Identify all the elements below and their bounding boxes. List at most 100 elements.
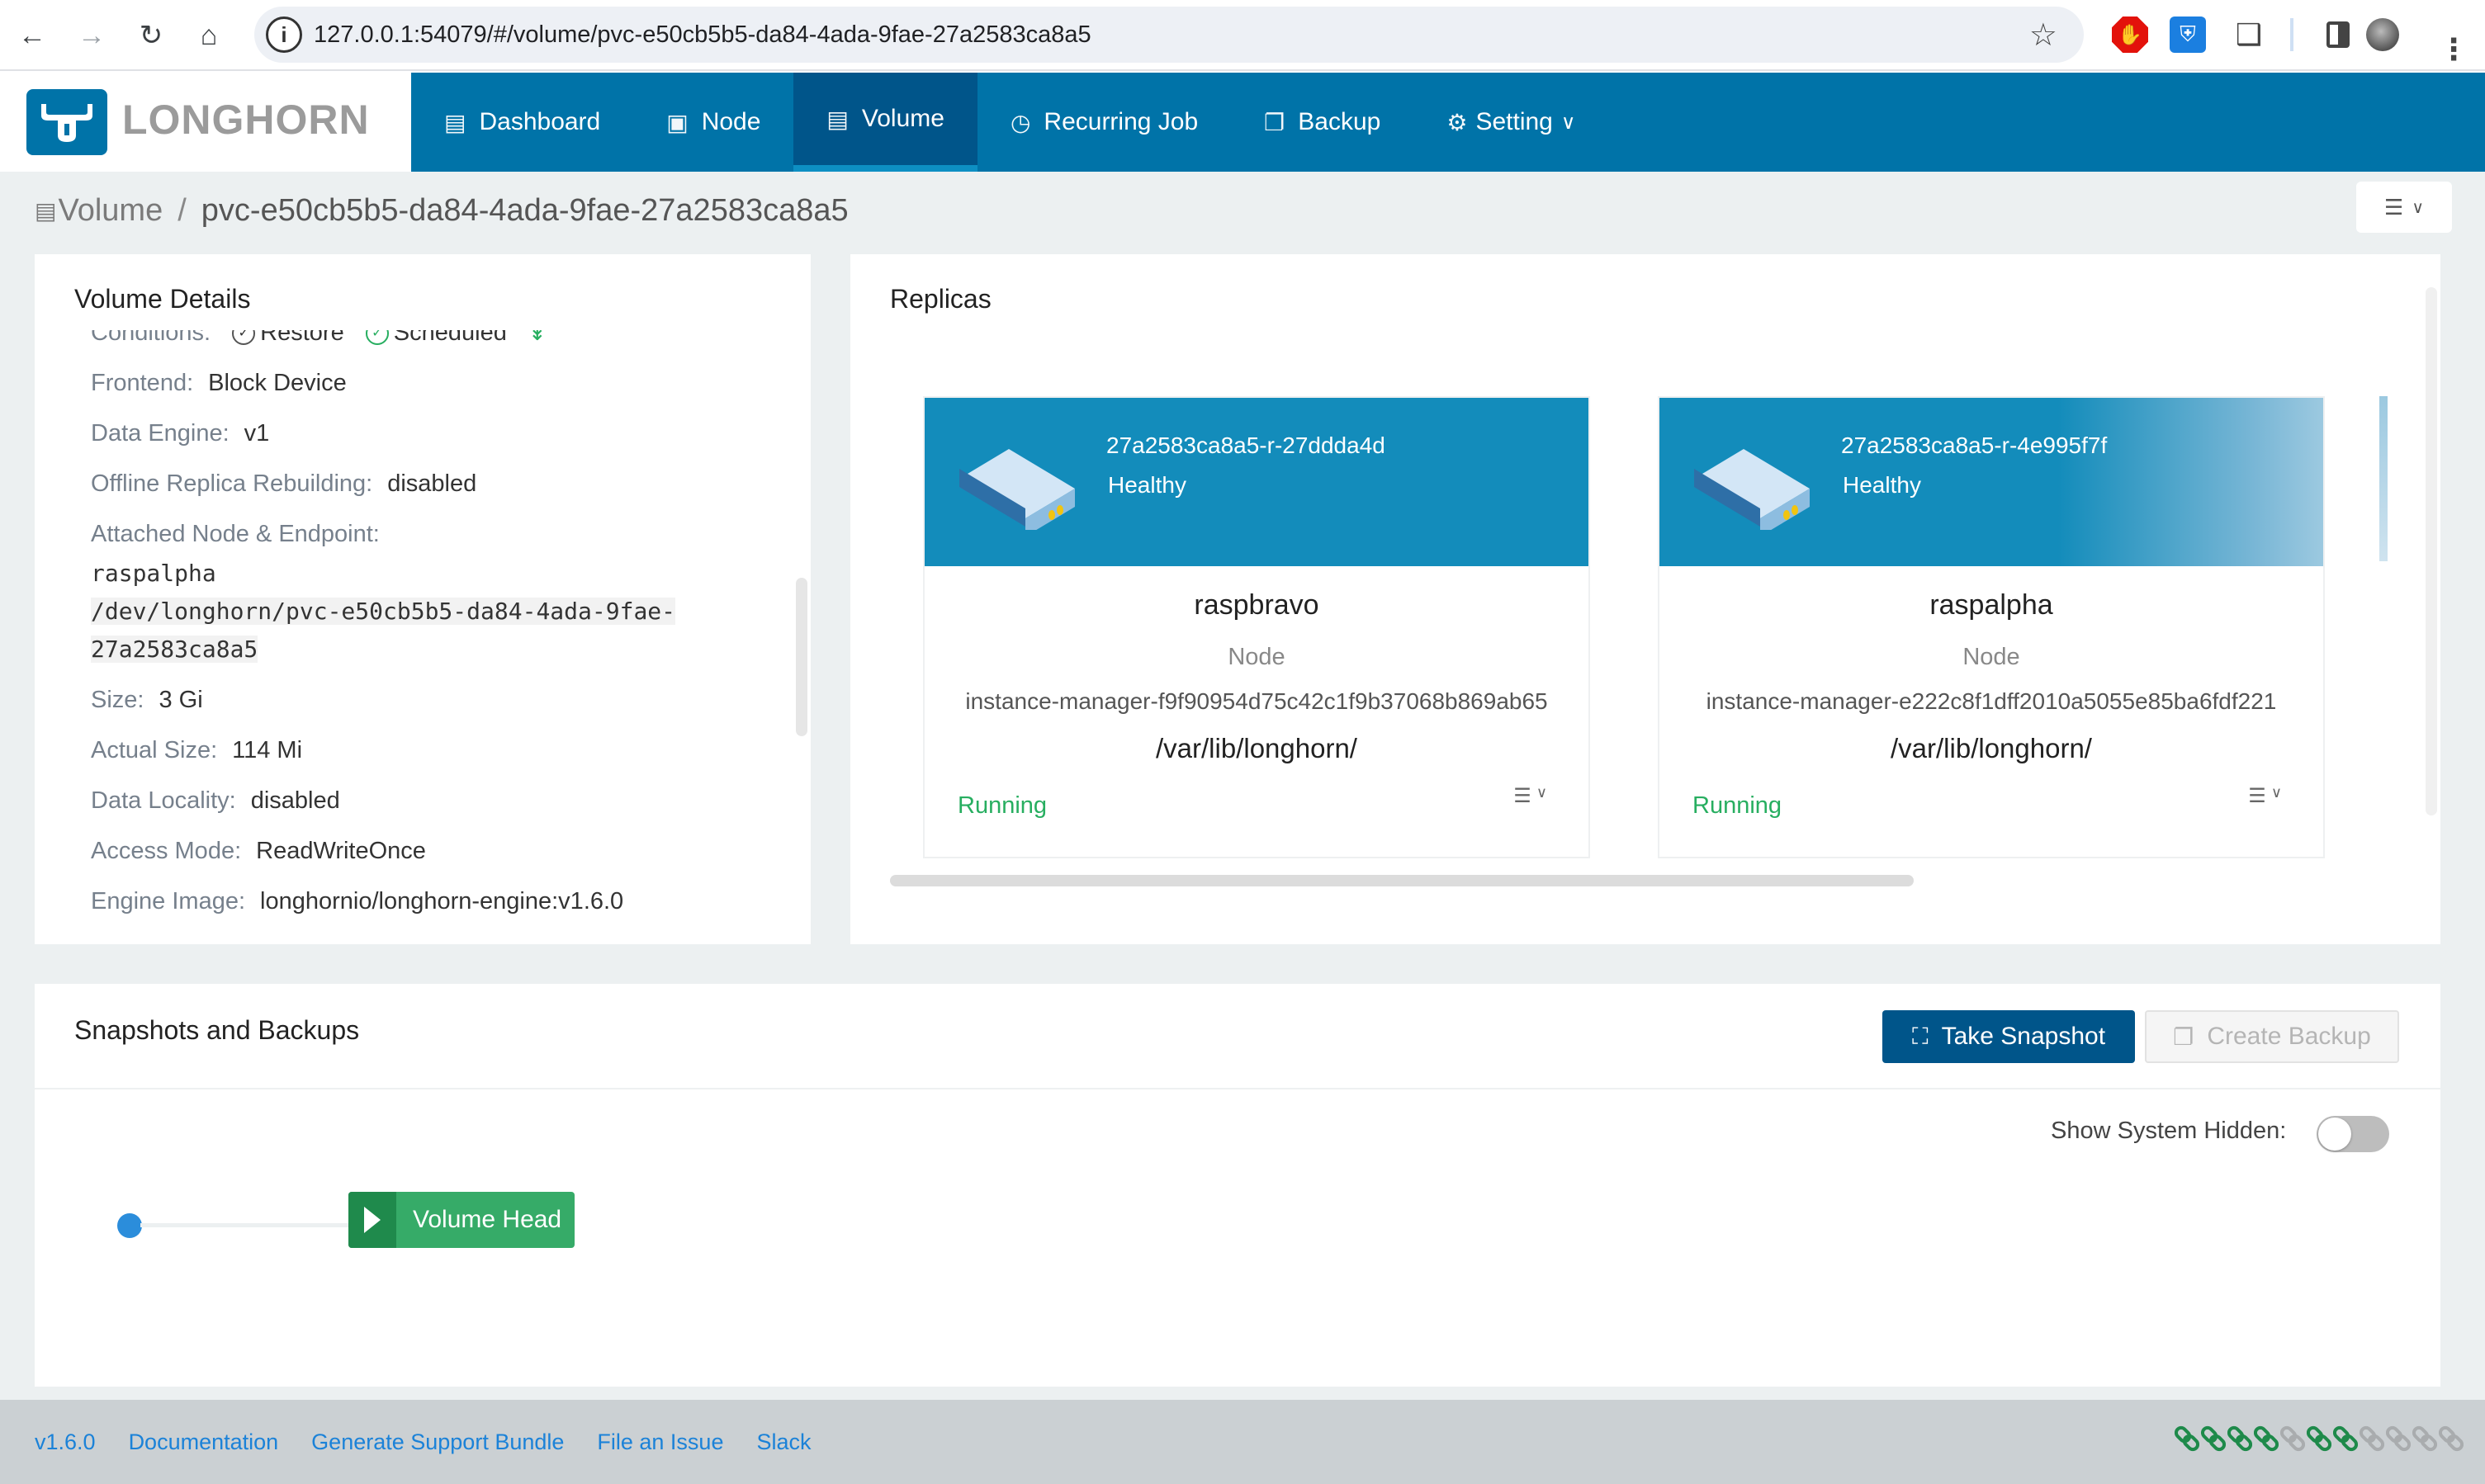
check-circle-icon: ✓ — [365, 330, 389, 346]
detail-key: Conditions: — [91, 330, 211, 346]
replica-health: Healthy — [1108, 472, 1186, 498]
chevron-down-icon: ∨ — [1536, 784, 1547, 801]
bitwarden-icon[interactable]: ⛨ — [2170, 17, 2206, 53]
volume-details-scrollbar[interactable] — [796, 578, 807, 736]
menu-label: Volume — [861, 105, 944, 132]
profile-avatar[interactable] — [2366, 18, 2399, 51]
list-icon: ☰ — [1513, 785, 1531, 807]
replica-node[interactable]: raspbravo — [925, 589, 1588, 621]
create-backup-button[interactable]: ❐ Create Backup — [2145, 1010, 2399, 1063]
footer-support-bundle-link[interactable]: Generate Support Bundle — [311, 1430, 564, 1455]
link-icon — [2306, 1425, 2332, 1453]
footer: v1.6.0 Documentation Generate Support Bu… — [0, 1400, 2485, 1484]
replicas-title: Replicas — [890, 284, 992, 314]
replica-actions-dropdown[interactable]: ☰ ∨ — [2248, 784, 2282, 808]
check-circle-icon: ✓ — [232, 330, 256, 346]
chevron-down-icon: ∨ — [2412, 198, 2424, 217]
volume-details-body[interactable]: Conditions: ✓ Restore ✓ Scheduled ↡ Fronte… — [91, 330, 784, 927]
link-icon — [2253, 1425, 2279, 1453]
detail-key: Frontend: — [91, 370, 194, 396]
detail-key: Offline Replica Rebuilding: — [91, 470, 373, 497]
replica-node[interactable]: raspalpha — [1659, 589, 2323, 621]
detail-row-size: Size: 3 Gi — [91, 675, 784, 725]
button-label: Create Backup — [2207, 1023, 2371, 1050]
connection-status-indicators — [2174, 1425, 2464, 1453]
bar-chart-icon: ▤ — [444, 109, 466, 135]
menu-item-dashboard[interactable]: ▤ Dashboard — [411, 73, 633, 172]
detail-value: 3 Gi — [159, 687, 203, 713]
extensions-puzzle-icon[interactable]: ❑ — [2231, 17, 2267, 53]
menu-item-node[interactable]: ▣ Node — [633, 73, 793, 172]
site-info-icon[interactable]: i — [266, 17, 302, 53]
replica-card: 27a2583ca8a5-r-4e995f7f Healthy raspalph… — [1658, 396, 2325, 858]
longhorn-logo-icon — [26, 89, 107, 155]
detail-row-offline-rebuilding: Offline Replica Rebuilding: disabled — [91, 459, 784, 509]
condition-scheduled: Scheduled — [393, 330, 507, 346]
menu-label: Node — [701, 108, 761, 135]
attached-node: raspalpha — [91, 560, 216, 587]
back-icon[interactable]: ← — [12, 15, 53, 56]
replica-instance-manager: instance-manager-e222c8f1dff2010a5055e85… — [1706, 688, 2277, 714]
replica-card-header: 27a2583ca8a5-r-4e995f7f Healthy — [1659, 398, 2323, 566]
copy-icon: ❐ — [2173, 1023, 2194, 1050]
link-icon — [2438, 1425, 2464, 1453]
volume-actions-dropdown[interactable]: ☰ ∨ — [2356, 182, 2452, 233]
replica-path: /var/lib/longhorn/ — [1891, 733, 2092, 763]
take-snapshot-button[interactable]: ⛶ Take Snapshot — [1882, 1010, 2135, 1063]
footer-slack-link[interactable]: Slack — [756, 1430, 811, 1455]
link-icon — [2200, 1425, 2227, 1453]
address-bar[interactable]: i 127.0.0.1:54079/#/volume/pvc-e50cb5b5-… — [254, 7, 2084, 63]
footer-documentation-link[interactable]: Documentation — [129, 1430, 279, 1455]
menu-label: Backup — [1298, 108, 1381, 135]
side-panel-icon[interactable] — [2320, 17, 2356, 53]
url-text[interactable]: 127.0.0.1:54079/#/volume/pvc-e50cb5b5-da… — [314, 21, 1091, 49]
replica-status: Running — [1692, 792, 1782, 819]
detail-key: Attached Node & Endpoint: — [91, 521, 380, 547]
home-icon[interactable]: ⌂ — [188, 15, 230, 56]
menu-label: Dashboard — [479, 108, 601, 135]
replicas-vertical-scrollbar[interactable] — [2426, 287, 2437, 815]
menu-item-recurring-job[interactable]: ◷ Recurring Job — [977, 73, 1231, 172]
attached-endpoint: raspalpha /dev/longhorn/pvc-e50cb5b5-da8… — [91, 555, 784, 669]
volume-head-node[interactable]: Volume Head — [348, 1192, 575, 1248]
detail-key: Engine Image: — [91, 888, 246, 915]
reload-icon[interactable]: ↻ — [130, 15, 172, 56]
volume-head-label: Volume Head — [413, 1206, 562, 1233]
breadcrumb-volume-link[interactable]: Volume — [58, 193, 163, 229]
menu-item-setting[interactable]: ⚙ Setting ∨ — [1413, 73, 1608, 172]
adblock-icon[interactable]: ✋ — [2112, 17, 2148, 53]
database-icon: ▤ — [35, 198, 57, 224]
breadcrumb-current: pvc-e50cb5b5-da84-4ada-9fae-27a2583ca8a5 — [201, 193, 849, 228]
detail-value: disabled — [387, 470, 477, 497]
footer-links: v1.6.0 Documentation Generate Support Bu… — [35, 1430, 812, 1455]
replica-name: 27a2583ca8a5-r-27ddda4d — [1106, 432, 1385, 458]
footer-version-link[interactable]: v1.6.0 — [35, 1430, 96, 1455]
volume-details-title: Volume Details — [74, 284, 251, 314]
toggle-knob — [2318, 1118, 2351, 1151]
replica-card-header: 27a2583ca8a5-r-27ddda4d Healthy — [925, 398, 1588, 566]
logo[interactable]: LONGHORN — [0, 73, 411, 172]
link-icon — [2412, 1425, 2438, 1453]
forward-icon[interactable]: → — [71, 15, 112, 56]
laptop-icon: ▣ — [666, 109, 689, 135]
condition-restore: Restore — [260, 330, 344, 346]
replicas-horizontal-scrollbar[interactable] — [890, 875, 1914, 886]
replica-actions-dropdown[interactable]: ☰ ∨ — [1513, 784, 1547, 808]
detail-row-actual-size: Actual Size: 114 Mi — [91, 725, 784, 776]
endpoint-path: /dev/longhorn/pvc-e50cb5b5-da84-4ada-9fa… — [91, 598, 676, 625]
menu-item-backup[interactable]: ❐ Backup — [1231, 73, 1413, 172]
browser-toolbar: ← → ↻ ⌂ i 127.0.0.1:54079/#/volume/pvc-e… — [0, 0, 2485, 71]
divider — [35, 1088, 2440, 1089]
detail-row-access-mode: Access Mode: ReadWriteOnce — [91, 826, 784, 877]
bookmark-star-icon[interactable]: ☆ — [2029, 17, 2057, 54]
menu-label: Setting — [1475, 108, 1553, 135]
expand-chevrons-icon[interactable]: ↡ — [528, 330, 547, 345]
replica-name: 27a2583ca8a5-r-4e995f7f — [1841, 432, 2108, 458]
footer-file-issue-link[interactable]: File an Issue — [597, 1430, 723, 1455]
toolbar-divider — [2290, 18, 2293, 51]
show-system-hidden-toggle[interactable] — [2317, 1116, 2389, 1152]
replica-instance-manager: instance-manager-f9f90954d75c42c1f9b3706… — [965, 688, 1548, 714]
snapshots-title: Snapshots and Backups — [74, 1015, 360, 1045]
page-content: ▤ Volume / pvc-e50cb5b5-da84-4ada-9fae-2… — [0, 172, 2485, 1400]
menu-item-volume[interactable]: ▤ Volume — [793, 73, 977, 172]
